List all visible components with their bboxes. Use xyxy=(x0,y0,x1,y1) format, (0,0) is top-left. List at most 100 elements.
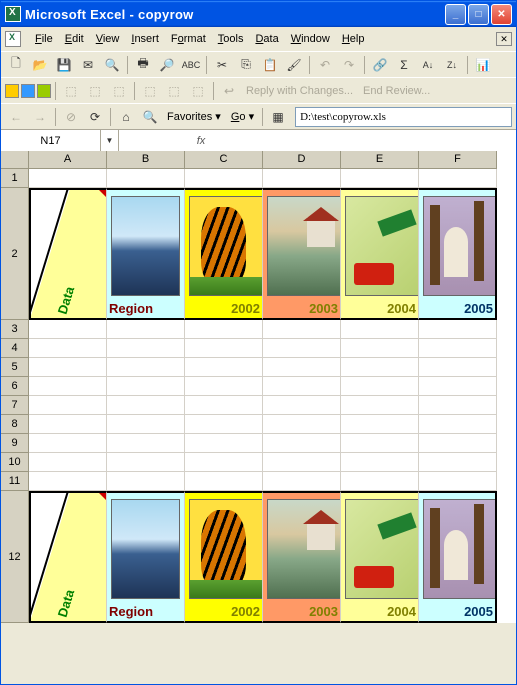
cell[interactable] xyxy=(341,415,419,434)
cell[interactable] xyxy=(419,377,497,396)
row-header[interactable]: 11 xyxy=(1,472,29,491)
row-header[interactable]: 1 xyxy=(1,169,29,188)
address-input[interactable] xyxy=(295,107,512,127)
menu-data[interactable]: Data xyxy=(249,31,284,47)
menu-file[interactable]: File xyxy=(29,31,59,47)
cell[interactable] xyxy=(341,453,419,472)
comment-indicator-icon[interactable] xyxy=(99,493,106,500)
maximize-button[interactable]: □ xyxy=(468,4,489,25)
col-header-a[interactable]: A xyxy=(29,151,107,169)
forward-icon[interactable]: → xyxy=(29,106,51,128)
comment-indicator-icon[interactable] xyxy=(99,190,106,197)
name-dropdown-icon[interactable]: ▼ xyxy=(101,130,119,151)
cell[interactable] xyxy=(29,434,107,453)
col-header-e[interactable]: E xyxy=(341,151,419,169)
cell[interactable] xyxy=(419,339,497,358)
sort-desc-icon[interactable]: Z↓ xyxy=(441,54,463,76)
autosum-icon[interactable]: Σ xyxy=(393,54,415,76)
chart-icon[interactable]: 📊 xyxy=(472,54,494,76)
cell[interactable] xyxy=(29,472,107,491)
cell[interactable] xyxy=(341,472,419,491)
copy-icon[interactable]: ⎘ xyxy=(235,54,257,76)
cell[interactable] xyxy=(341,339,419,358)
cell[interactable] xyxy=(185,396,263,415)
cell-2004[interactable]: 2004 xyxy=(341,188,419,320)
menu-insert[interactable]: Insert xyxy=(125,31,165,47)
cell[interactable] xyxy=(107,339,185,358)
cell[interactable] xyxy=(341,434,419,453)
cell-header-corner[interactable]: Data xyxy=(29,491,107,623)
cell[interactable] xyxy=(263,169,341,188)
cell[interactable] xyxy=(107,169,185,188)
cell[interactable] xyxy=(185,434,263,453)
close-button[interactable]: ✕ xyxy=(491,4,512,25)
cell[interactable] xyxy=(107,472,185,491)
formula-input[interactable] xyxy=(213,130,516,151)
cell[interactable] xyxy=(29,339,107,358)
spellcheck-icon[interactable]: ABC xyxy=(180,54,202,76)
cell[interactable] xyxy=(29,415,107,434)
refresh-icon[interactable]: ⟳ xyxy=(84,106,106,128)
go-label[interactable]: Go ▾ xyxy=(227,110,258,123)
cell-2003[interactable]: 2003 xyxy=(263,491,341,623)
format-painter-icon[interactable]: 🖌 xyxy=(283,54,305,76)
cell[interactable] xyxy=(263,320,341,339)
row-header[interactable]: 10 xyxy=(1,453,29,472)
cell[interactable] xyxy=(185,339,263,358)
cell[interactable] xyxy=(263,358,341,377)
cell-2005[interactable]: 2005 xyxy=(419,188,497,320)
fx-icon[interactable]: fx xyxy=(189,135,213,147)
cell[interactable] xyxy=(419,453,497,472)
cell[interactable] xyxy=(29,453,107,472)
menu-view[interactable]: View xyxy=(90,31,126,47)
cut-icon[interactable]: ✂ xyxy=(211,54,233,76)
cell-region[interactable]: Region xyxy=(107,188,185,320)
cell-region[interactable]: Region xyxy=(107,491,185,623)
col-header-d[interactable]: D xyxy=(263,151,341,169)
cell[interactable] xyxy=(263,434,341,453)
sort-asc-icon[interactable]: A↓ xyxy=(417,54,439,76)
cell[interactable] xyxy=(419,415,497,434)
cell[interactable] xyxy=(341,358,419,377)
cell-2005[interactable]: 2005 xyxy=(419,491,497,623)
save-icon[interactable]: 💾 xyxy=(53,54,75,76)
cell[interactable] xyxy=(185,472,263,491)
redo-icon[interactable]: ↷ xyxy=(338,54,360,76)
row-header[interactable]: 8 xyxy=(1,415,29,434)
menu-format[interactable]: Format xyxy=(165,31,212,47)
cell[interactable] xyxy=(107,358,185,377)
cell[interactable] xyxy=(419,320,497,339)
search-icon[interactable]: 🔍 xyxy=(101,54,123,76)
menu-help[interactable]: Help xyxy=(336,31,371,47)
paste-icon[interactable]: 📋 xyxy=(259,54,281,76)
col-header-f[interactable]: F xyxy=(419,151,497,169)
cell[interactable] xyxy=(185,358,263,377)
minimize-button[interactable]: _ xyxy=(445,4,466,25)
hyperlink-icon[interactable]: 🔗 xyxy=(369,54,391,76)
cell[interactable] xyxy=(107,377,185,396)
cell[interactable] xyxy=(29,396,107,415)
cell[interactable] xyxy=(185,169,263,188)
web-search-icon[interactable]: 🔍 xyxy=(139,106,161,128)
cell[interactable] xyxy=(341,377,419,396)
cell[interactable] xyxy=(419,396,497,415)
cell-2004[interactable]: 2004 xyxy=(341,491,419,623)
cell[interactable] xyxy=(29,377,107,396)
row-header[interactable]: 12 xyxy=(1,491,29,623)
cell[interactable] xyxy=(263,377,341,396)
favorites-label[interactable]: Favorites ▾ xyxy=(163,110,225,123)
cell[interactable] xyxy=(107,434,185,453)
cell[interactable] xyxy=(107,320,185,339)
btn1-icon[interactable] xyxy=(5,84,19,98)
cell[interactable] xyxy=(29,358,107,377)
show-web-toolbar-icon[interactable]: ▦ xyxy=(267,106,289,128)
col-header-b[interactable]: B xyxy=(107,151,185,169)
row-header[interactable]: 6 xyxy=(1,377,29,396)
menu-tools[interactable]: Tools xyxy=(212,31,250,47)
btn2-icon[interactable] xyxy=(21,84,35,98)
cell[interactable] xyxy=(419,472,497,491)
document-close-button[interactable]: ✕ xyxy=(496,32,512,46)
cell[interactable] xyxy=(185,453,263,472)
btn3-icon[interactable] xyxy=(37,84,51,98)
row-header[interactable]: 2 xyxy=(1,188,29,320)
